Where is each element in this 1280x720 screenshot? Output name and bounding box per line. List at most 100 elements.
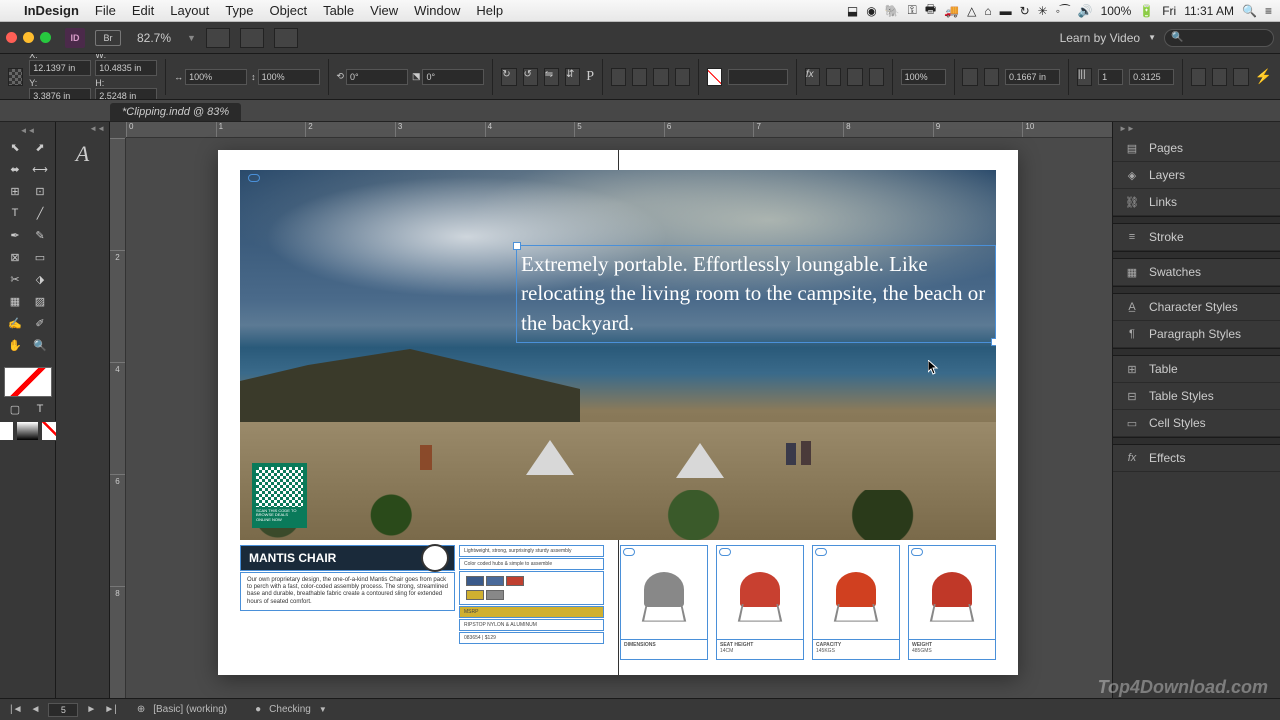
- stroke-wt-input[interactable]: [1005, 69, 1060, 85]
- apply-gradient[interactable]: [16, 421, 39, 441]
- fill-swatch[interactable]: [707, 68, 722, 86]
- panel-pages[interactable]: ▤Pages: [1113, 135, 1280, 162]
- color-swatches[interactable]: [459, 571, 604, 605]
- spec-box[interactable]: RIPSTOP NYLON & ALUMINUM: [459, 619, 604, 631]
- rotate-cw[interactable]: ↻: [501, 68, 516, 86]
- transform-tool[interactable]: ⬗: [29, 269, 52, 289]
- chair-card[interactable]: WEIGHT485GMS: [908, 545, 996, 660]
- gradient-tool[interactable]: ▦: [4, 291, 27, 311]
- type-tool[interactable]: T: [4, 203, 27, 223]
- panel-para-styles[interactable]: ¶Paragraph Styles: [1113, 321, 1280, 348]
- zoom-tool[interactable]: 🔍: [29, 335, 52, 355]
- bridge-button[interactable]: Br: [95, 30, 121, 46]
- note-tool[interactable]: ✍: [4, 313, 27, 333]
- direct-selection-tool[interactable]: ⬈: [29, 137, 52, 157]
- pencil-tool[interactable]: ✎: [29, 225, 52, 245]
- product-info-block[interactable]: MANTIS CHAIR ★ Our own proprietary desig…: [240, 545, 610, 660]
- preflight-profile[interactable]: [Basic] (working): [153, 704, 227, 715]
- opacity-input[interactable]: [901, 69, 946, 85]
- gap-tool[interactable]: ⟷: [29, 159, 52, 179]
- align-top[interactable]: [1191, 68, 1206, 86]
- preflight-status[interactable]: Checking: [269, 704, 311, 715]
- zoom-level[interactable]: 82.7%: [137, 31, 171, 45]
- text-wrap-1[interactable]: [847, 68, 862, 86]
- content-placer[interactable]: ⊡: [29, 181, 52, 201]
- zoom-dropdown-icon[interactable]: ▼: [187, 33, 196, 43]
- menu-file[interactable]: File: [95, 3, 116, 18]
- x-input[interactable]: [29, 60, 91, 76]
- align-middle[interactable]: [1212, 68, 1227, 86]
- spec-box[interactable]: Color coded hubs & simple to assemble: [459, 558, 604, 570]
- menu-type[interactable]: Type: [225, 3, 253, 18]
- content-collector[interactable]: ⊞: [4, 181, 27, 201]
- home-icon[interactable]: ⌂: [984, 4, 991, 18]
- dropbox-icon[interactable]: ⬓: [847, 4, 858, 18]
- gutter-input[interactable]: [1129, 69, 1174, 85]
- gdrive-icon[interactable]: △: [967, 4, 976, 18]
- rectangle-tool[interactable]: ▭: [29, 247, 52, 267]
- page-tool[interactable]: ⬌: [4, 159, 27, 179]
- hero-text-frame[interactable]: Extremely portable. Effortlessly loungab…: [516, 245, 996, 343]
- evernote-icon[interactable]: 🐘: [885, 4, 900, 18]
- close-button[interactable]: [6, 32, 17, 43]
- next-page-button[interactable]: ►: [86, 704, 96, 715]
- product-title[interactable]: MANTIS CHAIR ★: [240, 545, 455, 571]
- hero-image-frame[interactable]: Extremely portable. Effortlessly loungab…: [240, 170, 996, 540]
- cc-libraries-panel[interactable]: ◄◄ A: [56, 122, 110, 698]
- truck-icon[interactable]: 🚚: [944, 4, 959, 18]
- select-next[interactable]: [675, 68, 690, 86]
- spotlight-icon[interactable]: 🔍: [1242, 4, 1257, 18]
- spec-box[interactable]: 083654 | $129: [459, 632, 604, 644]
- chair-card[interactable]: DIMENSIONS: [620, 545, 708, 660]
- flip-v[interactable]: ⇵: [565, 68, 580, 86]
- menu-view[interactable]: View: [370, 3, 398, 18]
- first-page-button[interactable]: |◄: [10, 704, 23, 715]
- cc-icon[interactable]: ◉: [866, 4, 876, 18]
- prev-page-button[interactable]: ◄: [31, 704, 41, 715]
- fit-frame-1[interactable]: [962, 68, 977, 86]
- rotate-input[interactable]: [346, 69, 408, 85]
- glyphs-icon[interactable]: A: [56, 135, 109, 167]
- printer-icon[interactable]: 🖶: [925, 0, 936, 21]
- chair-card[interactable]: SEAT HEIGHT14CM: [716, 545, 804, 660]
- volume-icon[interactable]: 🔊: [1078, 4, 1093, 18]
- document-canvas[interactable]: 012345678910 2468 Extremely portable. Ef…: [110, 122, 1112, 698]
- qr-code[interactable]: SCAN THIS CODE TO BROWSE DEALS ONLINE NO…: [252, 463, 307, 528]
- apply-color[interactable]: [0, 421, 14, 441]
- columns-icon[interactable]: |||: [1077, 68, 1092, 86]
- align-panel[interactable]: [1233, 68, 1248, 86]
- gradient-feather[interactable]: ▨: [29, 291, 52, 311]
- eyedropper-tool[interactable]: ✐: [29, 313, 52, 333]
- line-tool[interactable]: ╱: [29, 203, 52, 223]
- arrange-docs[interactable]: [274, 28, 298, 48]
- fill-stroke[interactable]: [4, 367, 52, 397]
- battery-icon2[interactable]: ▬: [1000, 4, 1012, 18]
- lightning-icon[interactable]: ⚡: [1255, 68, 1272, 85]
- notif-icon[interactable]: ≡: [1265, 4, 1272, 18]
- format-text[interactable]: T: [29, 399, 52, 419]
- panel-cell-styles[interactable]: ▭Cell Styles: [1113, 410, 1280, 437]
- hand-tool[interactable]: ✋: [4, 335, 27, 355]
- menu-help[interactable]: Help: [476, 3, 503, 18]
- sync-icon[interactable]: ↻: [1020, 4, 1030, 18]
- panel-effects[interactable]: fxEffects: [1113, 445, 1280, 472]
- cols-input[interactable]: [1098, 69, 1123, 85]
- product-description[interactable]: Our own proprietary design, the one-of-a…: [240, 572, 455, 611]
- scissors-tool[interactable]: ✂: [4, 269, 27, 289]
- flip-h[interactable]: ⇋: [544, 68, 559, 86]
- document-page[interactable]: Extremely portable. Effortlessly loungab…: [218, 150, 1018, 675]
- view-options-2[interactable]: [240, 28, 264, 48]
- spec-box[interactable]: Lightweight, strong, surprisingly sturdy…: [459, 545, 604, 557]
- panel-table-styles[interactable]: ⊟Table Styles: [1113, 383, 1280, 410]
- menu-edit[interactable]: Edit: [132, 3, 154, 18]
- scale-y[interactable]: [258, 69, 320, 85]
- menu-layout[interactable]: Layout: [170, 3, 209, 18]
- app-name[interactable]: InDesign: [24, 3, 79, 18]
- fx-button[interactable]: fx: [805, 68, 820, 86]
- learn-link[interactable]: Learn by Video: [1060, 31, 1141, 45]
- select-prev[interactable]: [653, 68, 668, 86]
- minimize-button[interactable]: [23, 32, 34, 43]
- spec-box[interactable]: MSRP: [459, 606, 604, 618]
- menu-table[interactable]: Table: [323, 3, 354, 18]
- menu-window[interactable]: Window: [414, 3, 460, 18]
